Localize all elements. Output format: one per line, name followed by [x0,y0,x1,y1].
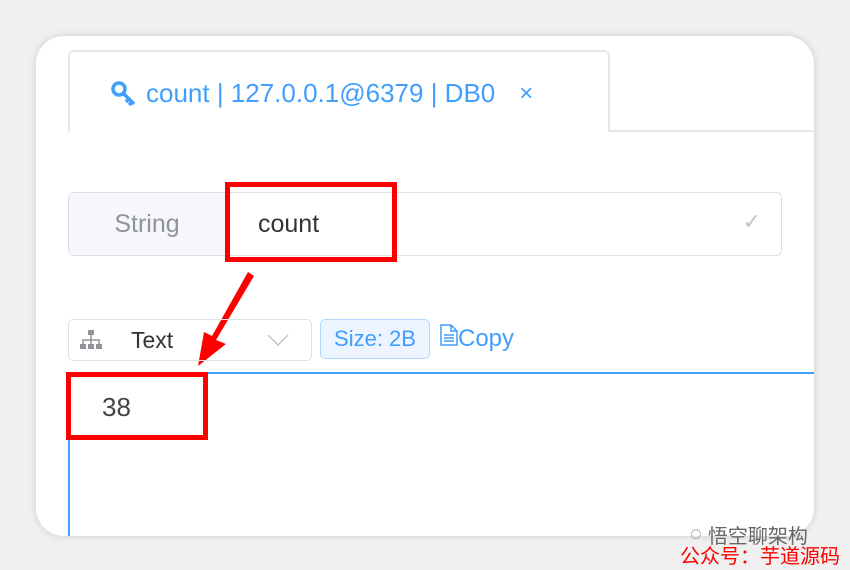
annotation-box-key [225,182,397,262]
tab-key-count[interactable]: count | 127.0.0.1@6379 | DB0 × [68,50,610,132]
tab-divider [608,130,814,132]
key-type-label: String [69,193,226,255]
tab-title: count | 127.0.0.1@6379 | DB0 [146,78,496,108]
format-select-value: Text [131,326,174,353]
chevron-down-icon [267,334,289,346]
document-icon [440,324,458,346]
format-select[interactable]: Text [68,319,312,361]
annotation-box-value [66,372,208,440]
copy-button[interactable]: Copy [440,324,514,353]
watermark-line2: 公众号：芋道源码 [680,546,840,568]
check-icon[interactable]: ✓ [743,209,761,235]
key-detail-panel: count | 127.0.0.1@6379 | DB0 × String co… [36,36,814,536]
close-icon[interactable]: × [519,80,533,108]
size-badge: Size: 2B [320,319,430,359]
copy-label: Copy [458,325,515,352]
key-icon [111,80,136,106]
key-name-input-group: String count ✓ [68,192,782,256]
sitemap-icon [80,330,102,349]
